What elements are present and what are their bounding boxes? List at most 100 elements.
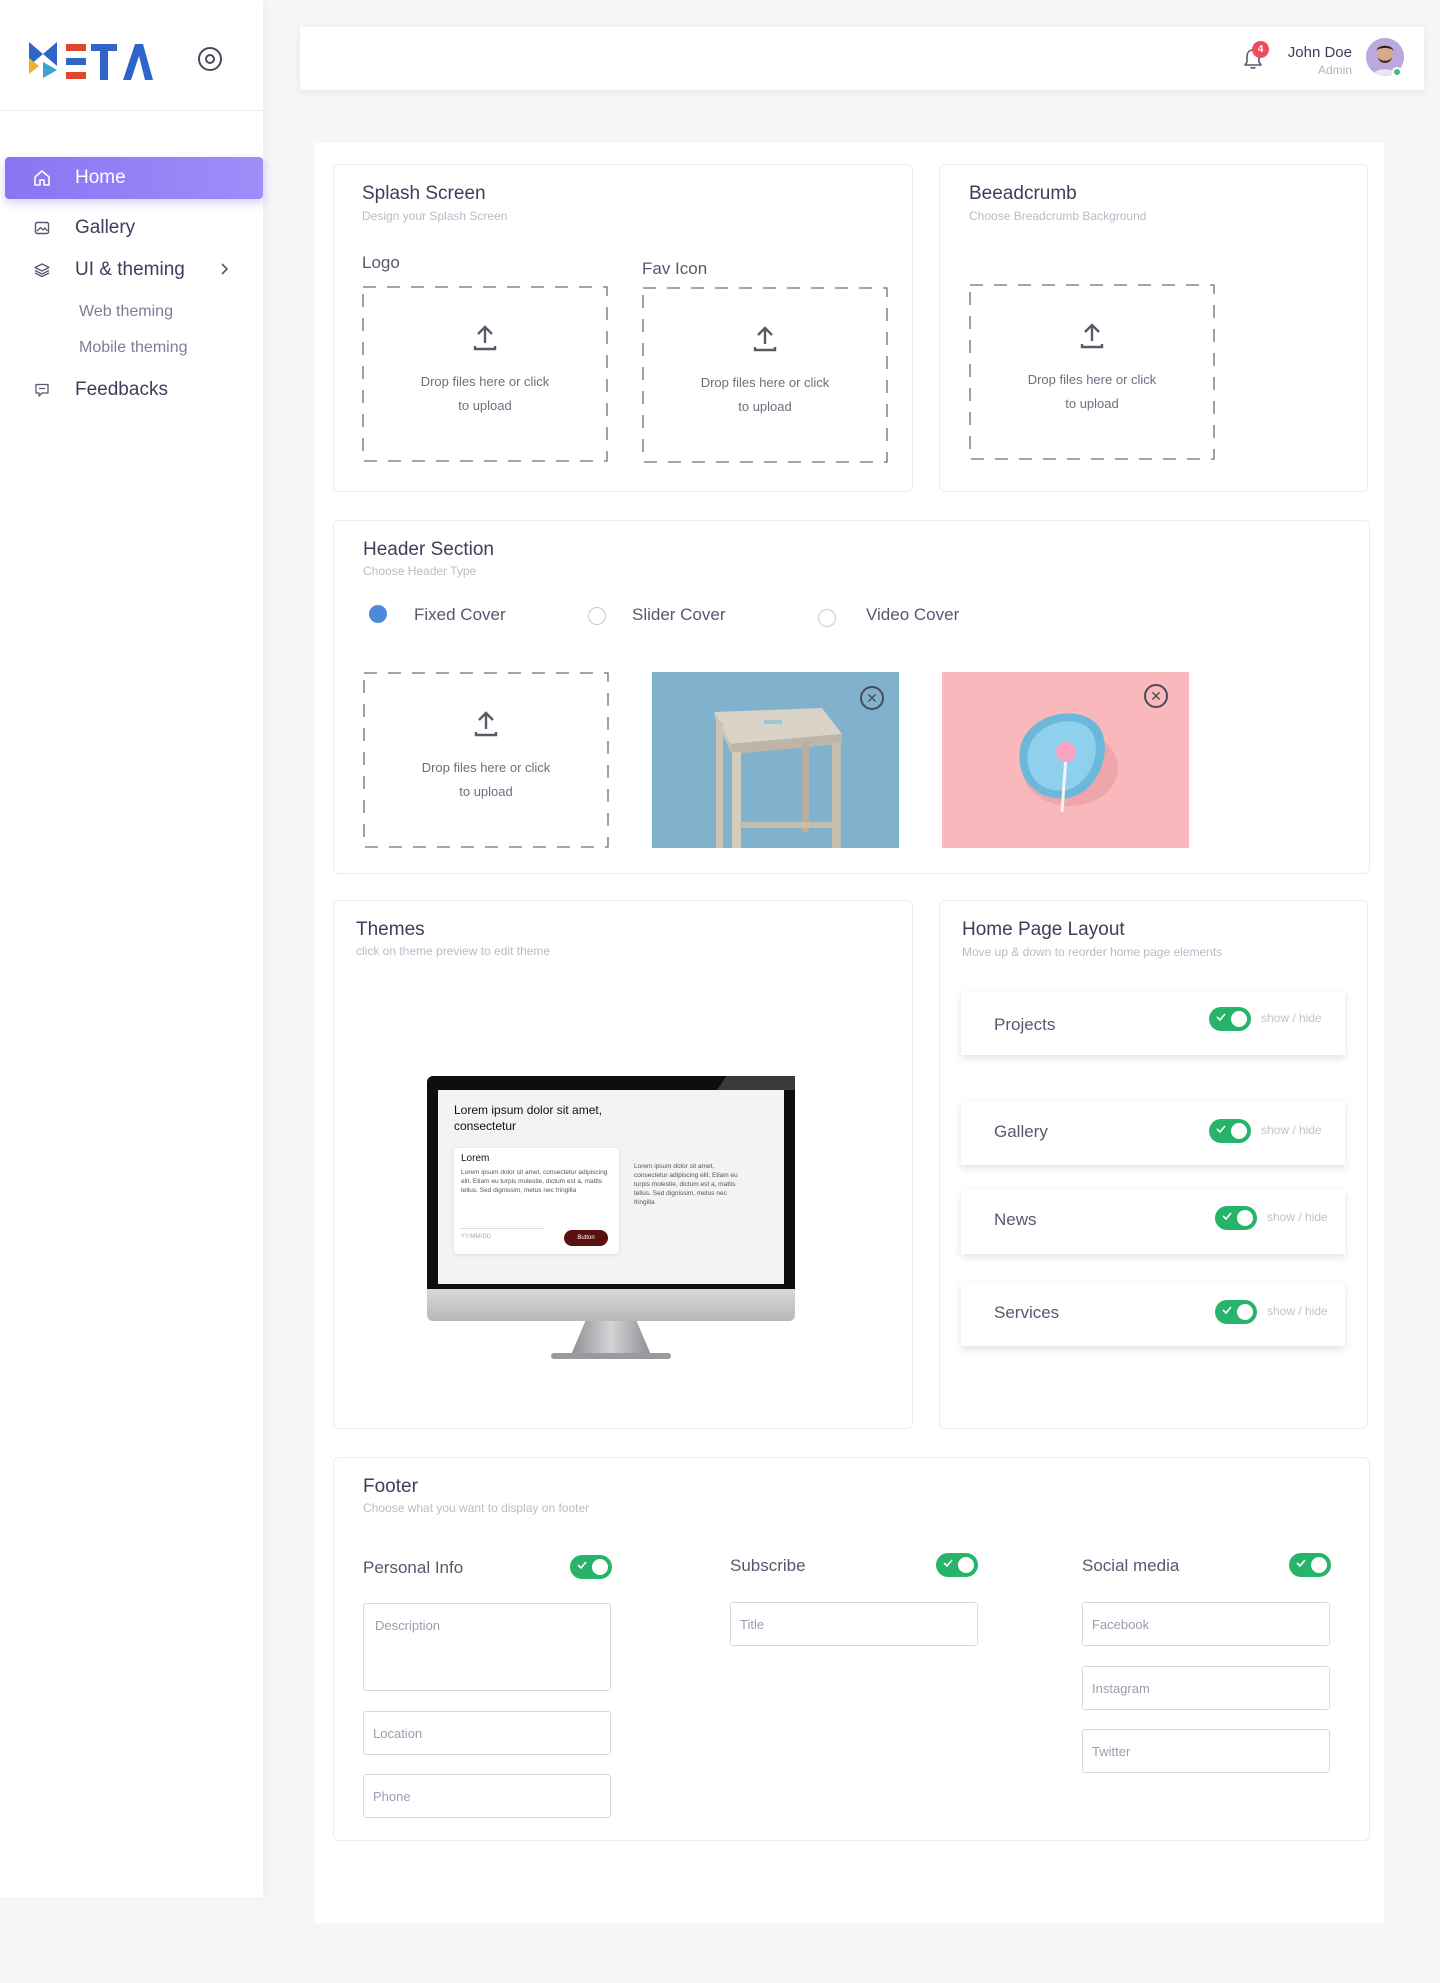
- close-icon[interactable]: ✕: [1144, 684, 1168, 708]
- monitor-stand: [571, 1321, 651, 1355]
- preview-card-text: Lorem ipsum dolor sit amet, consectetur …: [461, 1169, 608, 1194]
- card-subtitle: Choose what you want to display on foote…: [363, 1501, 590, 1515]
- check-icon: [1222, 1212, 1232, 1221]
- breadcrumb-card: Beeadcrumb Choose Breadcrumb Background …: [939, 164, 1368, 492]
- show-hide-label: show / hide: [1267, 1210, 1328, 1224]
- toggle-news[interactable]: [1215, 1206, 1257, 1230]
- facebook-field[interactable]: [1082, 1602, 1330, 1646]
- sidebar: Home Gallery UI & theming Web theming Mo…: [0, 0, 263, 1898]
- topbar: 4 John Doe Admin: [300, 27, 1424, 90]
- dropzone-text: to upload: [459, 784, 513, 799]
- sidebar-item-gallery[interactable]: Gallery: [5, 207, 263, 249]
- theme-preview-monitor[interactable]: Lorem ipsum dolor sit amet, consectetur …: [427, 1076, 795, 1376]
- sidebar-item-label: Home: [75, 167, 126, 188]
- layout-row-label: Services: [994, 1303, 1060, 1322]
- gallery-icon: [32, 218, 52, 238]
- dropzone-text: Drop files here or click: [421, 760, 551, 775]
- logo-label: Logo: [362, 253, 400, 272]
- card-title: Beeadcrumb: [969, 183, 1077, 204]
- layout-row-projects[interactable]: Projects show / hide: [961, 991, 1345, 1055]
- phone-field[interactable]: [363, 1774, 611, 1818]
- radio-slider-cover[interactable]: [588, 607, 606, 625]
- dropzone-text: Drop files here or click: [1027, 372, 1157, 387]
- toggle-subscribe[interactable]: [936, 1553, 978, 1577]
- sidebar-item-feedbacks[interactable]: Feedbacks: [5, 369, 263, 411]
- location-field[interactable]: [363, 1711, 611, 1755]
- header-image-stool[interactable]: ✕: [652, 672, 899, 848]
- sidebar-item-label: Gallery: [75, 217, 136, 238]
- card-title: Home Page Layout: [962, 919, 1125, 940]
- layout-row-news[interactable]: News show / hide: [961, 1190, 1345, 1254]
- toggle-social-media[interactable]: [1289, 1553, 1331, 1577]
- card-subtitle: Choose Header Type: [363, 564, 477, 578]
- chevron-right-icon[interactable]: [218, 262, 232, 276]
- main-panel: Splash Screen Design your Splash Screen …: [314, 143, 1384, 1923]
- header-dropzone[interactable]: Drop files here or click to upload: [363, 672, 609, 848]
- radio-video-cover[interactable]: [818, 609, 836, 627]
- layers-icon: [32, 260, 52, 280]
- favicon-dropzone[interactable]: Drop files here or click to upload: [642, 287, 888, 463]
- logo-dropzone[interactable]: Drop files here or click to upload: [362, 286, 608, 462]
- radio-label: Fixed Cover: [414, 605, 506, 624]
- sidebar-item-label: Feedbacks: [75, 379, 168, 400]
- preview-card: Lorem Lorem ipsum dolor sit amet, consec…: [454, 1148, 619, 1254]
- toggle-gallery[interactable]: [1209, 1119, 1251, 1143]
- footer-group-label: Social media: [1082, 1556, 1180, 1575]
- upload-icon: [753, 326, 777, 352]
- target-icon[interactable]: [198, 47, 222, 71]
- radio-label: Video Cover: [866, 605, 960, 624]
- layout-row-services[interactable]: Services show / hide: [961, 1282, 1345, 1346]
- dropzone-text: Drop files here or click: [700, 375, 830, 390]
- themes-card: Themes click on theme preview to edit th…: [333, 900, 913, 1429]
- user-name[interactable]: John Doe: [1288, 44, 1352, 61]
- preview-heading: Lorem ipsum dolor sit amet, consectetur: [454, 1103, 603, 1133]
- notification-badge: 4: [1252, 41, 1269, 58]
- sidebar-item-home[interactable]: Home: [5, 157, 263, 199]
- description-field[interactable]: [363, 1603, 611, 1691]
- check-icon: [1216, 1013, 1226, 1022]
- close-icon[interactable]: ✕: [860, 686, 884, 710]
- preview-divider: [461, 1228, 545, 1229]
- sidebar-subitem-web-theming[interactable]: Web theming: [79, 303, 173, 321]
- dropzone-text: Drop files here or click: [420, 374, 550, 389]
- twitter-field[interactable]: [1082, 1729, 1330, 1773]
- check-icon: [943, 1559, 953, 1568]
- footer-group-label: Personal Info: [363, 1558, 464, 1577]
- breadcrumb-dropzone[interactable]: Drop files here or click to upload: [969, 284, 1215, 460]
- home-icon: [32, 168, 52, 188]
- monitor-display: Lorem ipsum dolor sit amet, consectetur …: [438, 1090, 784, 1284]
- meta-logo[interactable]: [29, 42, 153, 82]
- check-icon: [1296, 1559, 1306, 1568]
- toggle-projects[interactable]: [1209, 1007, 1251, 1031]
- title-field[interactable]: [730, 1602, 978, 1646]
- header-image-lollipop[interactable]: ✕: [942, 672, 1189, 848]
- card-title: Header Section: [363, 539, 494, 560]
- preview-date-field: YY/MM/DD: [461, 1234, 491, 1240]
- layout-row-label: Gallery: [994, 1122, 1048, 1141]
- card-title: Splash Screen: [362, 183, 486, 204]
- feedback-icon: [32, 380, 52, 400]
- dropzone-text: to upload: [738, 399, 792, 414]
- radio-fixed-cover[interactable]: [369, 605, 387, 623]
- check-icon: [1222, 1306, 1232, 1315]
- upload-icon: [1080, 323, 1104, 349]
- sidebar-item-label: UI & theming: [75, 259, 185, 280]
- show-hide-label: show / hide: [1267, 1304, 1328, 1318]
- card-subtitle: Move up & down to reorder home page elem…: [962, 945, 1223, 959]
- sidebar-subitem-mobile-theming[interactable]: Mobile theming: [79, 339, 188, 357]
- toggle-personal-info[interactable]: [570, 1555, 612, 1579]
- home-layout-card: Home Page Layout Move up & down to reord…: [939, 900, 1368, 1429]
- layout-row-gallery[interactable]: Gallery show / hide: [961, 1101, 1345, 1165]
- card-title: Themes: [356, 919, 425, 940]
- card-subtitle: Choose Breadcrumb Background: [969, 209, 1147, 223]
- splash-screen-card: Splash Screen Design your Splash Screen …: [333, 164, 913, 492]
- layout-row-label: Projects: [994, 1015, 1056, 1034]
- radio-label: Slider Cover: [632, 605, 726, 624]
- monitor-base: [551, 1353, 671, 1359]
- card-title: Footer: [363, 1476, 418, 1497]
- upload-icon: [473, 325, 497, 351]
- toggle-services[interactable]: [1215, 1300, 1257, 1324]
- show-hide-label: show / hide: [1261, 1011, 1322, 1025]
- logo-row: [0, 0, 263, 111]
- instagram-field[interactable]: [1082, 1666, 1330, 1710]
